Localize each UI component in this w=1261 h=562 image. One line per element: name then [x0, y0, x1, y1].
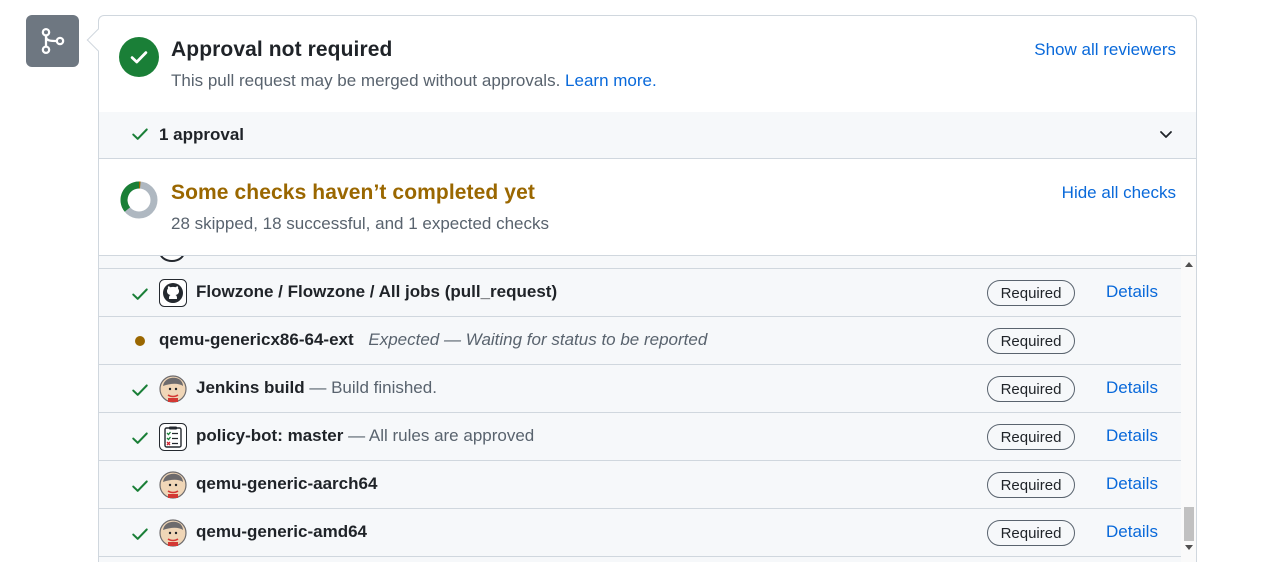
git-merge-icon — [41, 27, 64, 55]
details-link[interactable]: Details — [1106, 426, 1158, 446]
checks-summary: 28 skipped, 18 successful, and 1 expecte… — [171, 214, 550, 233]
show-all-reviewers-link[interactable]: Show all reviewers — [1034, 40, 1176, 60]
approvals-summary-row[interactable]: 1 approval — [99, 112, 1196, 159]
required-badge: Required — [987, 472, 1075, 498]
details-link[interactable]: Details — [1106, 282, 1158, 302]
policy-bot-icon — [159, 423, 187, 451]
details-link[interactable]: Details — [1106, 474, 1158, 494]
list-row-partial — [99, 256, 1181, 269]
check-title: Jenkins build — [196, 378, 305, 397]
required-badge: Required — [987, 424, 1075, 450]
github-icon — [159, 279, 187, 307]
check-name: Jenkins build — Build finished. — [196, 378, 437, 398]
approval-status-icon — [119, 37, 159, 77]
check-description: Expected — Waiting for status to be repo… — [368, 330, 708, 349]
chevron-down-icon[interactable] — [1158, 126, 1174, 142]
approval-section: Approval not required This pull request … — [99, 16, 1196, 112]
check-row: qemu-genericx86-64-ext Expected — Waitin… — [99, 317, 1181, 365]
jenkins-icon — [159, 519, 187, 547]
required-badge: Required — [987, 376, 1075, 402]
check-name: qemu-generic-aarch64 — [196, 474, 377, 494]
required-badge: Required — [987, 328, 1075, 354]
checks-list[interactable]: Flowzone / Flowzone / All jobs (pull_req… — [99, 256, 1181, 562]
scroll-up-arrow-icon[interactable] — [1185, 262, 1193, 267]
check-name: qemu-genericx86-64-ext Expected — Waitin… — [159, 330, 707, 350]
merge-status-badge — [26, 15, 79, 67]
check-name: qemu-generic-amd64 — [196, 522, 367, 542]
check-row: policy-bot: master — All rules are appro… — [99, 413, 1181, 461]
check-icon — [132, 288, 148, 300]
check-icon — [132, 128, 148, 140]
checks-title: Some checks haven’t completed yet — [171, 181, 535, 204]
approval-title: Approval not required — [171, 38, 393, 61]
merge-box-panel: Approval not required This pull request … — [98, 15, 1197, 562]
checks-section: Some checks haven’t completed yet 28 ski… — [99, 159, 1196, 256]
scroll-down-arrow-icon[interactable] — [1185, 545, 1193, 550]
check-icon — [132, 480, 148, 492]
check-title: qemu-generic-aarch64 — [196, 474, 378, 493]
check-title: policy-bot: master — [196, 426, 344, 445]
check-title: Flowzone / Flowzone / All jobs (pull_req… — [196, 282, 558, 301]
checks-list-scrollbar[interactable] — [1181, 256, 1196, 562]
checks-progress-donut-icon — [120, 181, 158, 219]
approvals-count: 1 approval — [159, 125, 245, 144]
check-description: — Build finished. — [309, 378, 437, 397]
approval-subtitle-text: This pull request may be merged without … — [171, 71, 561, 90]
check-icon — [130, 51, 148, 64]
check-row: Jenkins build — Build finished. Required… — [99, 365, 1181, 413]
check-title: qemu-genericx86-64-ext — [159, 330, 354, 349]
check-name: policy-bot: master — All rules are appro… — [196, 426, 534, 446]
required-badge: Required — [987, 280, 1075, 306]
learn-more-link[interactable]: Learn more. — [565, 71, 657, 90]
details-link[interactable]: Details — [1106, 378, 1158, 398]
check-row: qemu-generic-aarch64 Required Details — [99, 461, 1181, 509]
check-icon — [132, 384, 148, 396]
hide-all-checks-link[interactable]: Hide all checks — [1062, 183, 1176, 203]
pending-dot-icon — [135, 336, 145, 346]
approval-subtitle: This pull request may be merged without … — [171, 71, 657, 91]
check-name: Flowzone / Flowzone / All jobs (pull_req… — [196, 282, 557, 302]
check-icon — [132, 432, 148, 444]
check-row: Flowzone / Flowzone / All jobs (pull_req… — [99, 269, 1181, 317]
check-title: qemu-generic-amd64 — [196, 522, 367, 541]
jenkins-icon — [159, 471, 187, 499]
jenkins-icon — [159, 375, 187, 403]
scrollbar-thumb[interactable] — [1184, 507, 1194, 541]
check-icon — [132, 528, 148, 540]
required-badge: Required — [987, 520, 1075, 546]
avatar — [159, 256, 185, 262]
check-row: qemu-generic-amd64 Required Details — [99, 509, 1181, 557]
details-link[interactable]: Details — [1106, 522, 1158, 542]
check-description: — All rules are approved — [348, 426, 535, 445]
